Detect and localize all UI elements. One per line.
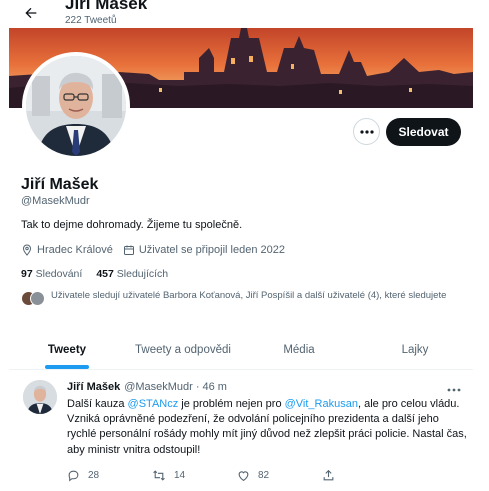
back-button[interactable] (19, 2, 43, 24)
following-label: Sledování (35, 268, 83, 280)
mention-link[interactable]: @Vit_Rakusan (285, 398, 358, 410)
more-horizontal-icon (447, 388, 461, 392)
follow-stats: 97 Sledování 457 Sledujících (21, 268, 182, 280)
avatar-image (26, 56, 126, 156)
tab-media[interactable]: Média (241, 330, 357, 369)
more-options-button[interactable] (353, 118, 380, 145)
calendar-icon (123, 245, 134, 255)
profile-name: Jiří Mašek (21, 176, 99, 193)
tweet-more-button[interactable] (447, 379, 461, 397)
join-date: Uživatel se připojil leden 2022 (123, 244, 285, 256)
share-button[interactable] (322, 469, 407, 482)
tweet-handle[interactable]: @MasekMudr (124, 381, 193, 393)
followers-count: 457 (96, 268, 114, 280)
profile-meta: Hradec Králové Uživatel se připojil lede… (21, 244, 295, 256)
join-date-text: Uživatel se připojil leden 2022 (138, 244, 285, 256)
following-link[interactable]: 97 Sledování (21, 268, 82, 280)
top-bar: Jiří Mašek 222 Tweetů (9, 0, 473, 28)
reply-button[interactable]: 28 (67, 469, 152, 482)
tab-likes[interactable]: Lajky (357, 330, 473, 369)
tweet-time[interactable]: 46 m (203, 381, 227, 393)
tweet-author[interactable]: Jiří Mašek (67, 381, 120, 393)
tab-tweets-and-replies[interactable]: Tweety a odpovědi (125, 330, 241, 369)
like-button[interactable]: 82 (237, 469, 322, 482)
followers-label: Sledujících (116, 268, 169, 280)
header-title: Jiří Mašek (65, 0, 148, 13)
tweet-text: Další kauza @STANcz je problém nejen pro… (67, 397, 467, 458)
tweet-actions: 28 14 82 (67, 469, 407, 482)
location-pin-icon (22, 244, 32, 256)
tweet[interactable]: Jiří Mašek @MasekMudr · 46 m Další kauza… (9, 371, 473, 491)
tweet-text-part: Další kauza (67, 398, 128, 410)
tweet-separator: · (195, 381, 200, 393)
tweet-header: Jiří Mašek @MasekMudr · 46 m (67, 381, 227, 393)
follow-button[interactable]: Sledovat (386, 118, 461, 146)
header-tweet-count: 222 Tweetů (65, 15, 117, 26)
location: Hradec Králové (21, 244, 113, 256)
profile-avatar[interactable] (22, 52, 130, 160)
followers-link[interactable]: 457 Sledujících (96, 268, 168, 280)
follower-avatars (21, 291, 45, 307)
avatar (30, 291, 45, 306)
retweet-count: 14 (174, 470, 186, 481)
like-count: 82 (258, 470, 270, 481)
arrow-left-icon (25, 7, 37, 19)
reply-count: 28 (88, 470, 100, 481)
heart-icon (238, 471, 249, 482)
profile-page: Jiří Mašek 222 Tweetů Sledovat Jiří Maše… (9, 0, 473, 491)
avatar[interactable] (23, 380, 57, 414)
profile-handle: @MasekMudr (21, 195, 90, 207)
followed-by-text: Uživatele sledují uživatelé Barbora Koťa… (51, 290, 447, 301)
more-horizontal-icon (359, 129, 374, 134)
retweet-icon (153, 470, 165, 481)
retweet-button[interactable]: 14 (152, 469, 237, 482)
share-icon (323, 469, 334, 481)
profile-tabs: Tweety Tweety a odpovědi Média Lajky (9, 330, 473, 370)
profile-bio: Tak to dejme dohromady. Žijeme tu společ… (21, 219, 243, 231)
tab-tweets[interactable]: Tweety (9, 330, 125, 369)
reply-icon (68, 470, 79, 482)
followed-by-link[interactable]: Uživatele sledují uživatelé Barbora Koťa… (21, 290, 461, 307)
location-text: Hradec Králové (37, 244, 113, 256)
avatar-image (23, 380, 57, 414)
tweet-text-part: je problém nejen pro (178, 398, 285, 410)
following-count: 97 (21, 268, 33, 280)
mention-link[interactable]: @STANcz (128, 398, 179, 410)
